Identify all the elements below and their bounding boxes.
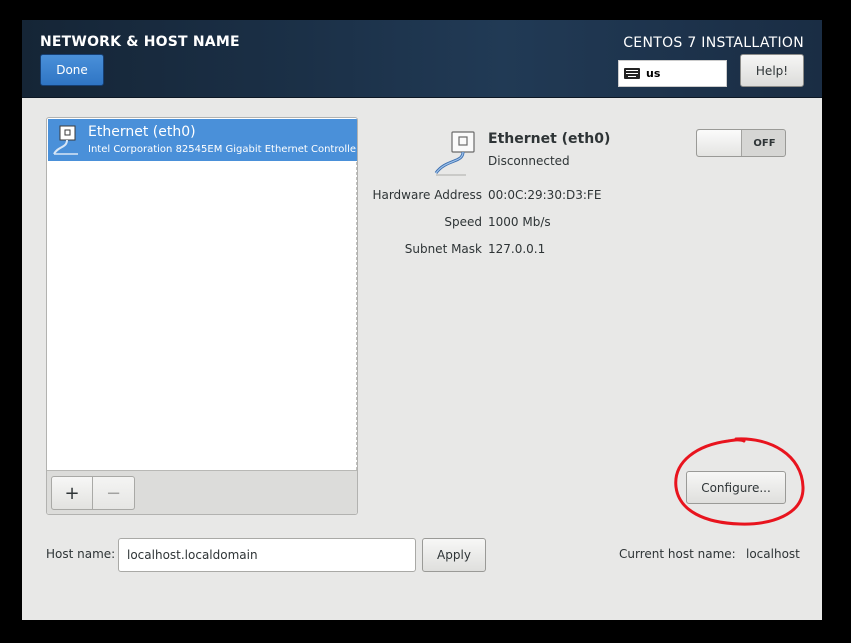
list-scroll-edge [356,162,357,470]
product-title: CENTOS 7 INSTALLATION [623,35,804,51]
toggle-state-label: OFF [753,137,776,149]
network-hostname-window: NETWORK & HOST NAME Done CENTOS 7 INSTAL… [22,20,822,620]
keyboard-layout-label: us [646,67,661,80]
red-circle-annotation [674,437,805,526]
page-title: NETWORK & HOST NAME [40,34,240,50]
list-item-ethernet-eth0[interactable]: Ethernet (eth0) Intel Corporation 82545E… [48,119,357,161]
done-button[interactable]: Done [40,54,104,86]
hostname-label: Host name: [46,547,116,561]
speed-value: 1000 Mb/s [488,215,551,229]
device-name: Ethernet (eth0) [488,131,611,147]
network-device-list: Ethernet (eth0) Intel Corporation 82545E… [46,117,358,515]
current-hostname-label: Current host name: [619,547,736,561]
network-wired-icon [53,125,78,155]
add-device-button[interactable]: + [51,476,93,510]
list-toolbar: + − [47,470,357,514]
header-bar: NETWORK & HOST NAME Done CENTOS 7 INSTAL… [22,20,822,98]
hardware-address-value: 00:0C:29:30:D3:FE [488,188,602,202]
keyboard-icon [624,68,640,79]
subnet-mask-value: 127.0.0.1 [488,242,546,256]
current-hostname-value: localhost [746,547,800,561]
device-status: Disconnected [488,154,570,168]
subnet-mask-label: Subnet Mask [404,242,482,256]
list-item-name: Ethernet (eth0) [88,124,196,140]
connection-toggle[interactable]: OFF [696,129,786,157]
keyboard-layout-indicator[interactable]: us [618,60,727,87]
hardware-address-label: Hardware Address [372,188,482,202]
speed-label: Speed [444,215,482,229]
network-wired-icon [434,131,475,176]
list-item-description: Intel Corporation 82545EM Gigabit Ethern… [88,144,357,155]
toggle-knob [697,130,742,156]
apply-button[interactable]: Apply [422,538,486,572]
remove-device-button[interactable]: − [93,476,135,510]
help-button[interactable]: Help! [740,54,804,87]
hostname-input[interactable] [118,538,416,572]
